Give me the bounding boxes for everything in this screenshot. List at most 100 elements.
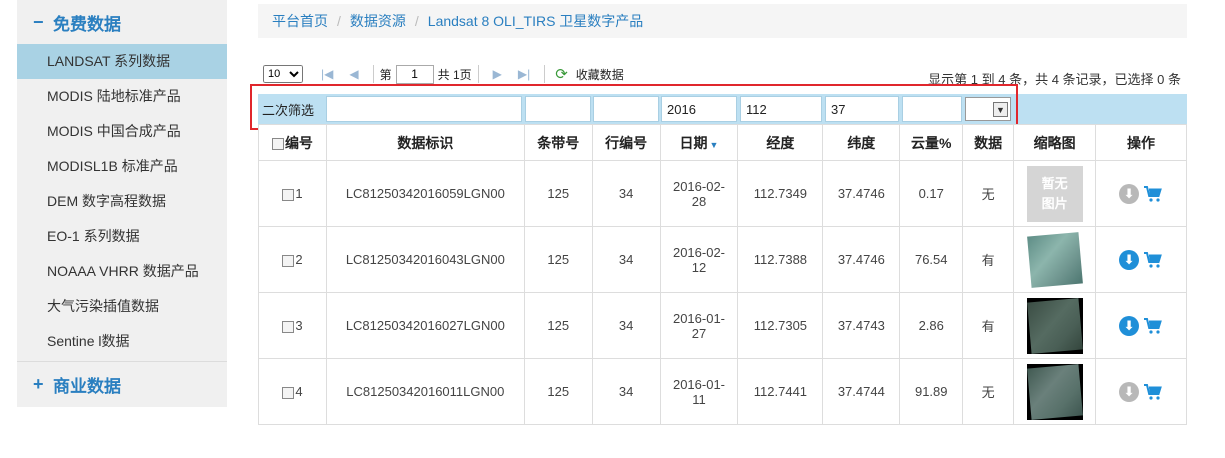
row-num: 4: [295, 384, 303, 399]
filter-data-select[interactable]: ▼: [965, 97, 1011, 121]
breadcrumb-home[interactable]: 平台首页: [272, 11, 328, 31]
commercial-data-header[interactable]: + 商业数据: [17, 362, 227, 406]
cell-path: 125: [523, 160, 593, 227]
chevron-down-icon: ▼: [993, 102, 1008, 117]
header-num-label: 编号: [284, 134, 313, 151]
favorite-data-button[interactable]: 收藏数据: [576, 66, 624, 83]
select-all-checkbox[interactable]: [271, 137, 284, 150]
date-part: 2016-02-: [672, 178, 726, 194]
breadcrumb-separator: /: [414, 13, 419, 29]
scene-thumbnail[interactable]: [1026, 231, 1083, 288]
header-thumb: 缩略图: [1013, 124, 1097, 161]
cell-data: 无: [962, 160, 1015, 227]
refresh-icon[interactable]: ⟳: [555, 65, 568, 83]
sidebar-item-modis-china[interactable]: MODIS 中国合成产品: [17, 114, 227, 149]
secondary-filter-bar: 二次筛选 ▼: [258, 94, 1187, 124]
collapse-icon: −: [33, 11, 44, 32]
sidebar-item-sentinel[interactable]: Sentine l数据: [17, 324, 227, 359]
cell-id: LC81250342016027LGN00: [325, 292, 525, 359]
cell-lon: 112.7305: [737, 292, 824, 359]
header-lat: 纬度: [822, 124, 901, 161]
page-total: 共 1页: [437, 67, 472, 82]
sidebar-item-air-pollution[interactable]: 大气污染插值数据: [17, 289, 227, 324]
sidebar-item-landsat[interactable]: LANDSAT 系列数据: [17, 44, 227, 79]
cell-id: LC81250342016011LGN00: [325, 358, 525, 425]
date-part: 27: [691, 325, 707, 341]
cell-thumb: 暂无 图片: [1013, 160, 1097, 227]
cell-date: 2016-01- 11: [659, 358, 739, 425]
no-image-line2: 图片: [1041, 195, 1068, 211]
download-circle-icon[interactable]: ⬇: [1119, 315, 1140, 336]
cell-cloud: 2.86: [899, 292, 964, 359]
cell-date: 2016-02- 28: [659, 160, 739, 227]
pager-divider: [544, 65, 546, 83]
cell-num: 3: [258, 292, 327, 359]
header-path: 条带号: [523, 124, 593, 161]
cell-id: LC81250342016043LGN00: [325, 226, 525, 293]
cell-row: 34: [591, 358, 661, 425]
date-part: 2016-01-: [672, 310, 726, 326]
row-checkbox[interactable]: [282, 320, 295, 333]
free-data-label: 免费数据: [53, 14, 121, 34]
sidebar-item-modis-land[interactable]: MODIS 陆地标准产品: [17, 79, 227, 114]
filter-path-input[interactable]: [525, 96, 591, 122]
no-image-line1: 暂无: [1041, 175, 1068, 191]
row-checkbox[interactable]: [282, 254, 295, 267]
breadcrumb-current: Landsat 8 OLI_TIRS 卫星数字产品: [427, 13, 644, 29]
date-part: 12: [691, 259, 707, 275]
first-page-icon[interactable]: |◀: [321, 67, 333, 81]
free-data-header[interactable]: − 免费数据: [17, 0, 227, 44]
pagination-bar: 10 |◀ ◀ 第 共 1页 ▶ ▶| ⟳ 收藏数据: [263, 62, 624, 86]
pager-divider: [372, 65, 374, 83]
shopping-cart-icon[interactable]: [1143, 185, 1163, 203]
row-num: 1: [295, 186, 303, 201]
next-page-icon[interactable]: ▶: [493, 67, 502, 81]
commercial-data-label: 商业数据: [53, 376, 121, 396]
page-number-input[interactable]: [395, 64, 434, 84]
sidebar-item-modisl1b[interactable]: MODISL1B 标准产品: [17, 149, 227, 184]
header-data: 数据: [962, 124, 1015, 161]
cell-lon: 112.7349: [737, 160, 824, 227]
records-summary: 显示第 1 到 4 条，共 4 条记录，已选择 0 条: [928, 72, 1181, 87]
cell-path: 125: [523, 292, 593, 359]
date-part: 2016-02-: [672, 244, 726, 260]
row-checkbox[interactable]: [282, 386, 295, 399]
filter-cloud-input[interactable]: [902, 96, 962, 122]
scene-thumbnail[interactable]: [1026, 297, 1083, 354]
filter-date-input[interactable]: [661, 96, 737, 122]
breadcrumb-resources[interactable]: 数据资源: [350, 11, 406, 31]
table-row: 1 LC81250342016059LGN00 125 34 2016-02- 2…: [258, 160, 1187, 227]
filter-longitude-input[interactable]: [740, 96, 822, 122]
cell-id: LC81250342016059LGN00: [325, 160, 525, 227]
thumbnail-image: [1026, 363, 1083, 420]
shopping-cart-icon[interactable]: [1143, 251, 1163, 269]
download-circle-icon[interactable]: ⬇: [1119, 381, 1140, 402]
cell-row: 34: [591, 226, 661, 293]
sidebar-item-eo1[interactable]: EO-1 系列数据: [17, 219, 227, 254]
header-date[interactable]: 日期 ▼: [659, 124, 739, 161]
row-checkbox[interactable]: [282, 188, 295, 201]
last-page-icon[interactable]: ▶|: [518, 67, 530, 81]
filter-latitude-input[interactable]: [825, 96, 899, 122]
cell-thumb[interactable]: [1013, 292, 1097, 359]
header-date-label: 日期: [679, 134, 708, 151]
header-id: 数据标识: [325, 124, 525, 161]
cell-thumb[interactable]: [1013, 358, 1097, 425]
page-size-select[interactable]: 10: [263, 65, 303, 83]
shopping-cart-icon[interactable]: [1143, 317, 1163, 335]
cell-thumb[interactable]: [1013, 226, 1097, 293]
filter-row-input[interactable]: [593, 96, 659, 122]
download-circle-icon[interactable]: ⬇: [1119, 183, 1140, 204]
cell-data: 有: [962, 292, 1015, 359]
thumbnail-image: [1026, 231, 1083, 288]
scene-thumbnail[interactable]: [1026, 363, 1083, 420]
cell-lat: 37.4746: [822, 160, 901, 227]
shopping-cart-icon[interactable]: [1143, 383, 1163, 401]
prev-page-icon[interactable]: ◀: [349, 67, 358, 81]
download-circle-icon[interactable]: ⬇: [1119, 249, 1140, 270]
filter-identifier-input[interactable]: [326, 96, 522, 122]
sidebar-item-noaa[interactable]: NOAAA VHRR 数据产品: [17, 254, 227, 289]
sidebar-item-dem[interactable]: DEM 数字高程数据: [17, 184, 227, 219]
expand-icon: +: [33, 373, 44, 394]
cell-cloud: 91.89: [899, 358, 964, 425]
